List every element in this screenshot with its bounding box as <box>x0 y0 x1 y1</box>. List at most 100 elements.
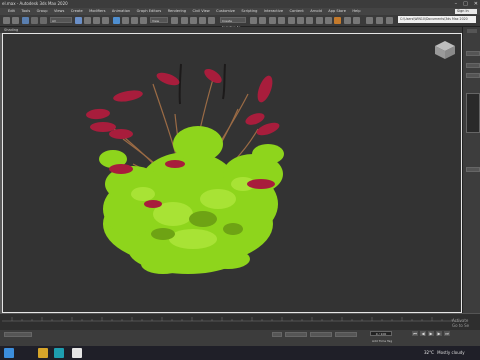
menu-items: Edit Tools Group Views Create Modifiers … <box>8 8 367 15</box>
selection-filter-dropdown[interactable]: All <box>50 17 72 23</box>
maxscript-listener-field[interactable] <box>4 332 32 337</box>
menu-item-app-store[interactable]: App Store <box>328 8 346 15</box>
curve-editor-icon[interactable] <box>288 17 295 24</box>
add-time-tag-label: Add Time Tag <box>372 339 393 343</box>
move-icon[interactable] <box>113 17 120 24</box>
rectangular-selection-icon[interactable] <box>93 17 100 24</box>
y-coordinate-field[interactable] <box>310 332 332 337</box>
frame-counter-field[interactable]: 0 / 100 <box>370 331 392 336</box>
menu-item-group[interactable]: Group <box>37 8 48 15</box>
sign-in-label: Sign In <box>457 9 469 13</box>
next-frame-button[interactable]: ▶ <box>436 331 442 336</box>
app-taskbar-icon[interactable] <box>72 348 82 358</box>
frame-counter-value: 0 / 100 <box>375 332 387 336</box>
windows-start-icon[interactable] <box>4 348 14 358</box>
rotate-icon[interactable] <box>122 17 129 24</box>
menu-item-edit[interactable]: Edit <box>8 8 15 15</box>
a360-gallery-icon[interactable] <box>353 17 360 24</box>
menu-item-arnold[interactable]: Arnold <box>310 8 322 15</box>
home-icon[interactable] <box>366 17 373 24</box>
go-to-start-button[interactable]: ⏮ <box>412 331 418 336</box>
go-to-end-button[interactable]: ⏭ <box>444 331 450 336</box>
reference-coordinate-dropdown[interactable]: View <box>150 17 168 23</box>
select-object-icon[interactable] <box>75 17 82 24</box>
redo-icon[interactable] <box>12 17 19 24</box>
menu-item-modifiers[interactable]: Modifiers <box>89 8 105 15</box>
time-slider[interactable] <box>0 313 480 331</box>
create-tab[interactable] <box>467 29 477 33</box>
command-panel-field[interactable] <box>466 51 480 56</box>
command-panel-field[interactable] <box>466 63 480 68</box>
command-panel-field[interactable] <box>466 167 480 172</box>
weather-description: Mostly cloudy <box>437 350 465 355</box>
rendered-frame-window-icon[interactable] <box>325 17 332 24</box>
title-bar: el.max - Autodesk 3ds Max 2020 – □ ✕ <box>0 0 480 8</box>
menu-item-scripting[interactable]: Scripting <box>241 8 257 15</box>
align-icon[interactable] <box>259 17 266 24</box>
menu-item-rendering[interactable]: Rendering <box>168 8 186 15</box>
percent-snap-icon[interactable] <box>199 17 206 24</box>
placement-icon[interactable] <box>140 17 147 24</box>
windows-taskbar <box>0 346 480 360</box>
previous-frame-button[interactable]: ◀ <box>420 331 426 336</box>
reference-coordinate-value: View <box>152 19 160 23</box>
track-bar-ticks <box>2 317 462 322</box>
maximize-button[interactable]: □ <box>463 0 468 8</box>
menu-item-animation[interactable]: Animation <box>112 8 130 15</box>
viewcube-icon[interactable] <box>433 39 457 61</box>
link-icon[interactable] <box>22 17 29 24</box>
render-setup-icon[interactable] <box>316 17 323 24</box>
windows-activation-watermark: Activate Go to Se <box>452 318 469 328</box>
close-button[interactable]: ✕ <box>474 0 478 8</box>
modifier-stack-list[interactable] <box>466 93 480 133</box>
menu-item-graph-editors[interactable]: Graph Editors <box>137 8 162 15</box>
workspace-path-field[interactable]: C:\Users\WIN10\Documents\3ds Max 2020 <box>398 16 476 23</box>
spinner-snap-icon[interactable] <box>208 17 215 24</box>
undo-icon[interactable] <box>3 17 10 24</box>
window-controls: – □ ✕ <box>455 0 478 8</box>
plant-render <box>86 63 284 274</box>
menu-item-civil-view[interactable]: Civil View <box>192 8 209 15</box>
menu-item-tools[interactable]: Tools <box>21 8 30 15</box>
layer-explorer-icon[interactable] <box>278 17 285 24</box>
3ds-max-taskbar-icon[interactable] <box>54 348 64 358</box>
render-in-cloud-icon[interactable] <box>344 17 351 24</box>
command-panel-field[interactable] <box>466 73 480 78</box>
project-folder-icon[interactable] <box>386 17 393 24</box>
menu-item-views[interactable]: Views <box>54 8 64 15</box>
selection-lock-toggle[interactable] <box>272 332 282 337</box>
menu-item-customize[interactable]: Customize <box>216 8 235 15</box>
menu-item-help[interactable]: Help <box>352 8 360 15</box>
menu-item-create[interactable]: Create <box>71 8 83 15</box>
weather-widget[interactable]: 32°C Mostly cloudy <box>424 350 465 355</box>
render-production-icon[interactable] <box>334 17 341 24</box>
menu-item-interactive[interactable]: Interactive <box>264 8 283 15</box>
select-by-name-icon[interactable] <box>84 17 91 24</box>
angle-snap-icon[interactable] <box>190 17 197 24</box>
scale-icon[interactable] <box>131 17 138 24</box>
snaps-toggle-icon[interactable] <box>181 17 188 24</box>
named-selection-sets-dropdown[interactable]: Create Selection Se <box>220 17 246 29</box>
bind-space-warp-icon[interactable] <box>40 17 47 24</box>
scene-explorer-icon[interactable] <box>269 17 276 24</box>
command-panel <box>462 27 480 313</box>
play-button[interactable]: ▶ <box>428 331 434 336</box>
minimize-button[interactable]: – <box>455 0 458 8</box>
viewport-label[interactable]: Shading <box>4 28 18 32</box>
open-folder-icon[interactable] <box>376 17 383 24</box>
material-editor-icon[interactable] <box>306 17 313 24</box>
unlink-icon[interactable] <box>31 17 38 24</box>
window-crossing-icon[interactable] <box>102 17 109 24</box>
perspective-viewport[interactable] <box>2 33 462 313</box>
schematic-view-icon[interactable] <box>297 17 304 24</box>
file-explorer-icon[interactable] <box>38 348 48 358</box>
add-time-tag-button[interactable]: Add Time Tag <box>372 339 392 343</box>
z-coordinate-field[interactable] <box>335 332 357 337</box>
sign-in-button[interactable]: Sign In <box>455 9 477 14</box>
menu-item-content[interactable]: Content <box>290 8 304 15</box>
mirror-icon[interactable] <box>250 17 257 24</box>
x-coordinate-field[interactable] <box>285 332 307 337</box>
selection-filter-value: All <box>52 19 56 23</box>
pivot-center-icon[interactable] <box>171 17 178 24</box>
status-bar <box>0 330 480 346</box>
